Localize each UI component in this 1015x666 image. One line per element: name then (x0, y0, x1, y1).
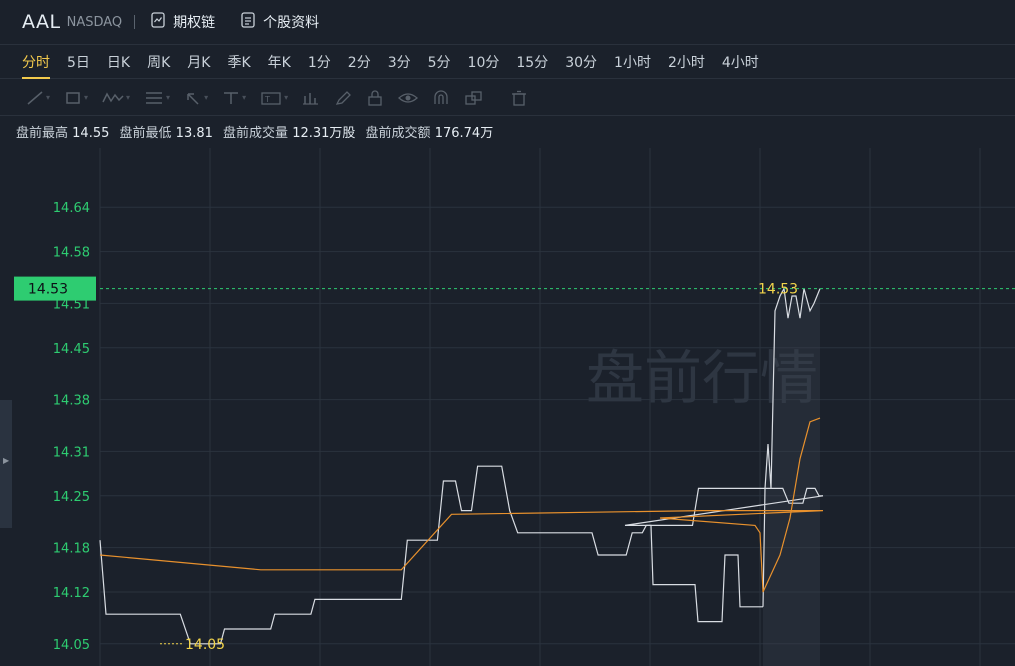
y-tick-label: 14.05 (53, 638, 90, 653)
rectangle-tool[interactable]: ▾ (64, 90, 88, 106)
y-tick-label: 14.64 (53, 201, 90, 216)
y-tick-label: 14.58 (53, 246, 90, 261)
trend-line-tool[interactable]: ▾ (26, 90, 50, 106)
text-icon: T (261, 91, 281, 105)
stock-profile-link[interactable]: 个股资料 (241, 12, 319, 32)
period-tab-14[interactable]: 1小时 (614, 48, 651, 76)
fibonacci-tool[interactable]: ▾ (144, 90, 170, 106)
lock-icon (368, 89, 382, 106)
amount-value: 176.74万 (434, 126, 494, 141)
drawing-toolbar: ▾ ▾ ▾ ▾ ▾ ▾ T ▾ (0, 80, 1015, 116)
max-price-label: 14.53 (758, 282, 798, 298)
y-tick-label: 14.12 (53, 586, 90, 601)
wave-icon (102, 91, 124, 102)
magnet-icon (434, 89, 448, 104)
brush-icon (335, 90, 352, 105)
document-icon (241, 12, 255, 32)
option-chain-link[interactable]: 期权链 (151, 12, 215, 32)
amount-label: 盘前成交额 (365, 126, 431, 141)
premarket-stats: 盘前最高 14.55 盘前最低 13.81 盘前成交量 12.31万股 盘前成交… (16, 122, 499, 141)
period-tab-7[interactable]: 1分 (308, 48, 331, 76)
option-chain-icon (151, 12, 165, 32)
expand-arrow-icon: ▶ (3, 456, 10, 465)
period-tab-9[interactable]: 3分 (388, 48, 411, 76)
period-tab-0[interactable]: 分时 (22, 48, 50, 79)
period-tab-8[interactable]: 2分 (348, 48, 371, 76)
horizontal-line-icon (224, 91, 239, 104)
price-chart[interactable]: 14.6414.5814.5114.4514.3814.3114.2514.18… (0, 148, 1015, 666)
brush-tool[interactable] (334, 90, 352, 106)
period-tab-10[interactable]: 5分 (428, 48, 451, 76)
header-bar: AAL NASDAQ 期权链 个股资料 (0, 0, 1015, 45)
period-tab-2[interactable]: 日K (107, 48, 130, 76)
period-tab-13[interactable]: 30分 (565, 48, 597, 76)
measure-tool[interactable] (302, 90, 320, 106)
wave-tool[interactable]: ▾ (102, 90, 130, 106)
high-value: 14.55 (72, 126, 110, 141)
ticker-symbol: AAL (22, 11, 61, 33)
svg-text:T: T (264, 95, 270, 104)
layers-icon (465, 90, 482, 105)
period-tabs: 分时 5日 日K 周K 月K 季K 年K 1分 2分 3分 5分 10分 15分 30分 1小时 2小时 4小时 (0, 45, 1015, 79)
chart-background (0, 148, 1015, 666)
y-tick-label: 14.18 (53, 542, 90, 557)
volume-value: 12.31万股 (292, 126, 356, 141)
period-tab-5[interactable]: 季K (227, 48, 250, 76)
side-panel-toggle[interactable]: ▶ (0, 400, 12, 528)
exchange-label: NASDAQ (66, 14, 123, 30)
text-tool[interactable]: T ▾ (260, 90, 288, 106)
measure-icon (303, 92, 319, 105)
period-tab-12[interactable]: 15分 (516, 48, 548, 76)
period-tab-16[interactable]: 4小时 (722, 48, 759, 76)
period-tab-6[interactable]: 年K (268, 48, 291, 76)
trend-line-icon (27, 90, 43, 105)
period-tab-1[interactable]: 5日 (67, 48, 90, 76)
arrow-icon (187, 92, 199, 105)
eye-icon (398, 92, 419, 103)
header-divider (134, 15, 136, 29)
trash-icon (512, 90, 527, 106)
magnet-tool[interactable] (432, 89, 450, 106)
high-label: 盘前最高 (16, 126, 69, 141)
current-price-label: 14.53 (28, 282, 68, 298)
option-chain-label: 期权链 (173, 15, 216, 31)
arrow-tool[interactable]: ▾ (184, 90, 208, 106)
low-value: 13.81 (175, 126, 213, 141)
horizontal-line-tool[interactable]: ▾ (222, 90, 246, 106)
low-label: 盘前最低 (119, 126, 172, 141)
volume-label: 盘前成交量 (223, 126, 289, 141)
min-price-label: 14.05 (185, 637, 225, 653)
y-tick-label: 14.38 (53, 394, 90, 409)
eye-tool[interactable] (398, 90, 419, 106)
y-tick-label: 14.45 (53, 342, 90, 357)
period-tab-3[interactable]: 周K (147, 48, 170, 76)
rectangle-icon (66, 91, 80, 104)
fibonacci-icon (146, 91, 163, 104)
period-tab-15[interactable]: 2小时 (668, 48, 705, 76)
y-tick-label: 14.31 (53, 445, 90, 460)
trash-tool[interactable] (510, 90, 528, 106)
layers-tool[interactable] (464, 90, 484, 106)
stock-profile-label: 个股资料 (263, 15, 320, 31)
period-tab-11[interactable]: 10分 (468, 48, 500, 76)
period-tab-4[interactable]: 月K (187, 48, 210, 76)
y-tick-label: 14.25 (53, 490, 90, 505)
lock-tool[interactable] (366, 89, 384, 106)
